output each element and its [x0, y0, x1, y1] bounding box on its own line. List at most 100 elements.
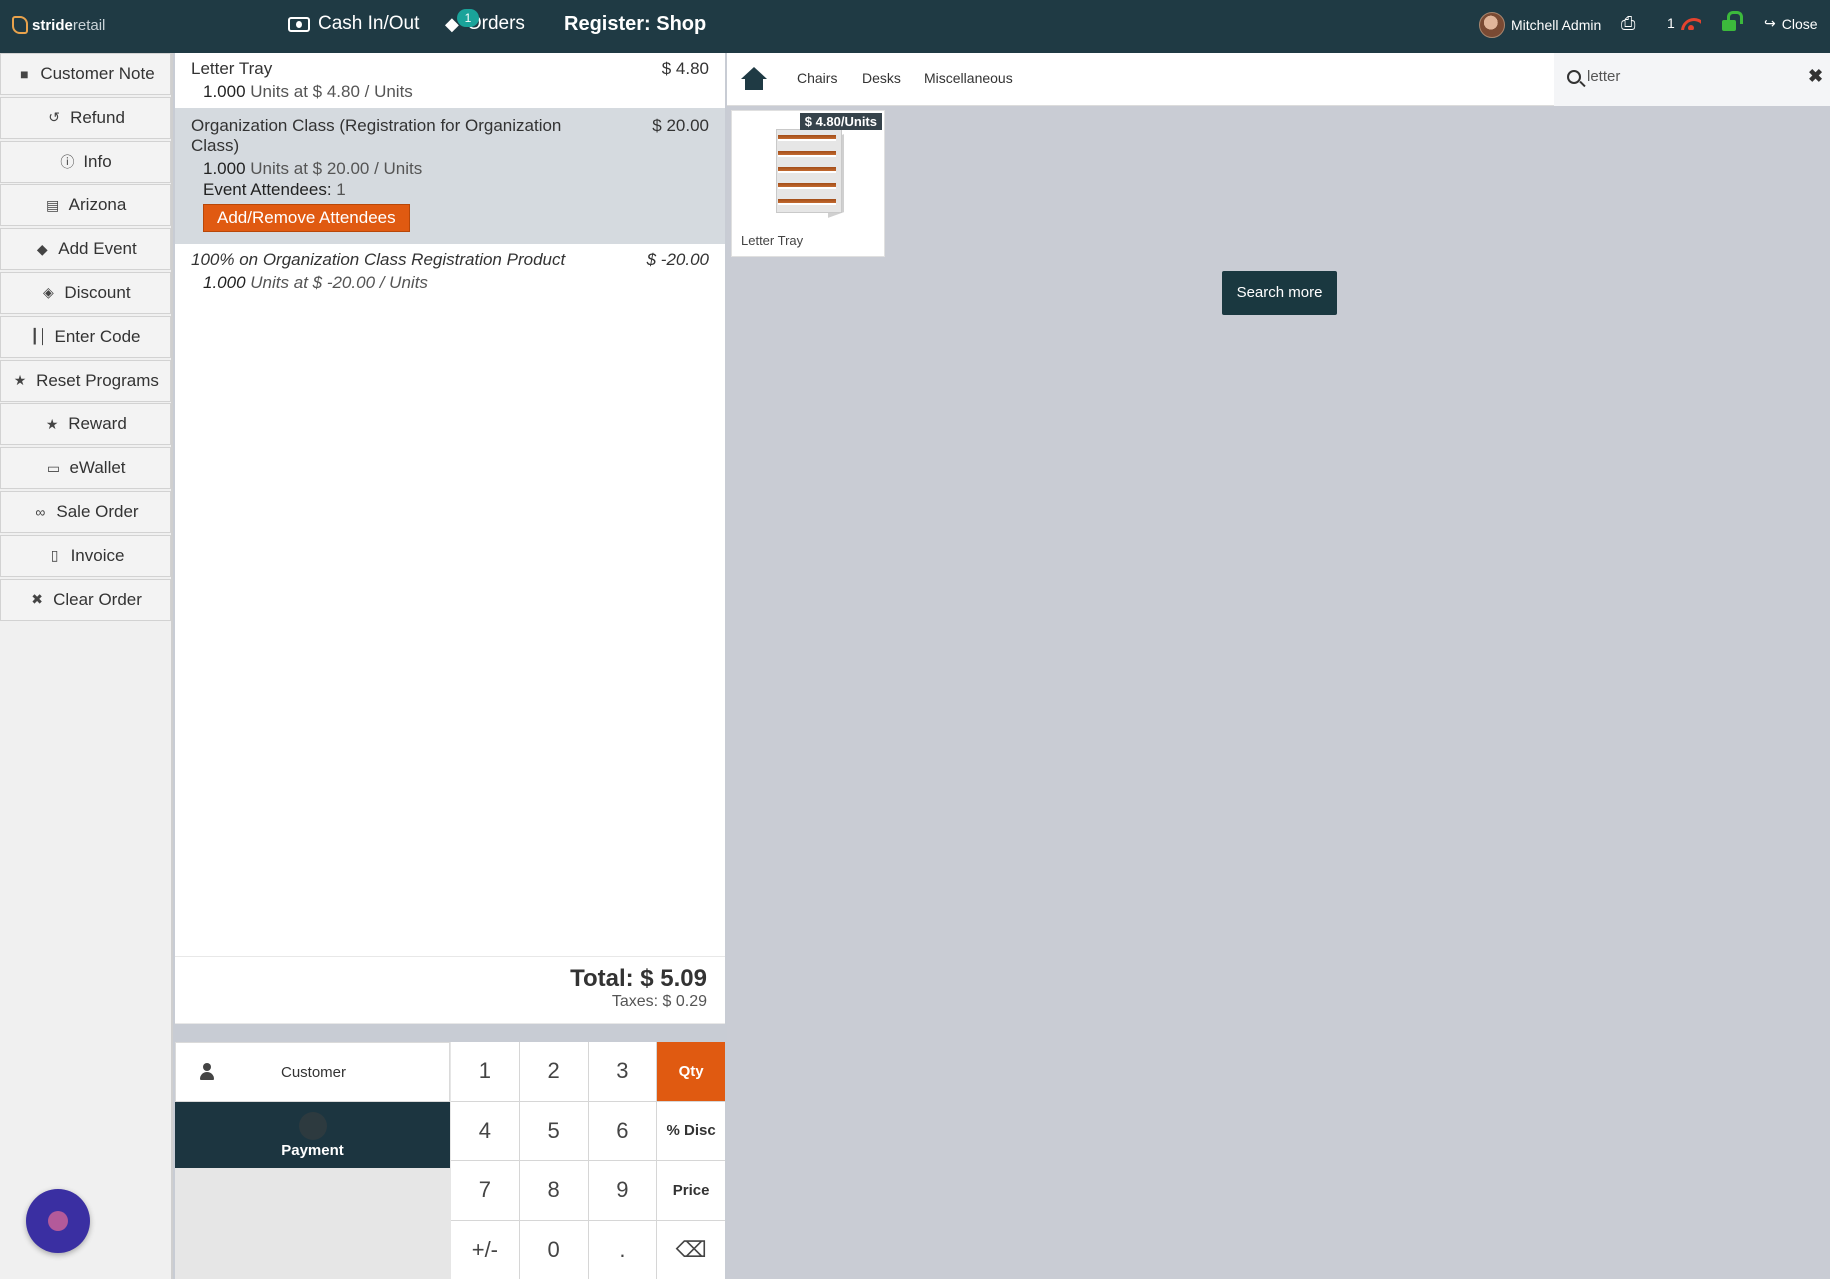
- numpad-key-decimal[interactable]: .: [588, 1220, 657, 1279]
- numpad-key-7[interactable]: 7: [451, 1161, 519, 1220]
- product-card[interactable]: $ 4.80/Units Letter Tray: [731, 110, 885, 257]
- search-input[interactable]: [1587, 68, 1787, 85]
- order-line-qty: 1.000: [203, 82, 246, 101]
- undo-icon: ↺: [48, 109, 60, 126]
- event-attendees: Event Attendees: 1: [191, 179, 709, 200]
- button-label: Discount: [64, 282, 131, 302]
- order-line-qty: 1.000: [203, 159, 246, 178]
- order-line-detail: 1.000 Units at $ 4.80 / Units: [191, 81, 709, 102]
- payment-icon: [298, 1112, 327, 1140]
- payment-button[interactable]: Payment: [175, 1102, 450, 1168]
- qty-mode-button[interactable]: Qty: [657, 1042, 725, 1101]
- discount-mode-button[interactable]: % Disc: [657, 1101, 725, 1160]
- orders-count-badge: 1: [457, 9, 479, 27]
- logo-mark-icon: [12, 16, 28, 34]
- clear-search-icon[interactable]: ✖: [1808, 66, 1823, 87]
- control-buttons-column: ■ Customer Note ↺ Refund ⓘ Info ▤ Arizona ◆ A…: [0, 53, 173, 1279]
- event-attendees-label: Event Attendees:: [203, 180, 332, 199]
- book-icon: ▤: [46, 196, 60, 213]
- discount-button[interactable]: ◈ Discount: [0, 271, 171, 314]
- order-taxes: Taxes: $ 0.29: [611, 993, 707, 1010]
- user-menu[interactable]: Mitchell Admin: [1479, 12, 1601, 38]
- customer-button[interactable]: Customer: [175, 1042, 450, 1102]
- order-line-name: Letter Tray: [191, 59, 273, 78]
- button-label: Invoice: [70, 545, 125, 565]
- invoice-button[interactable]: ▯ Invoice: [0, 534, 171, 577]
- lock-button[interactable]: [1722, 11, 1743, 31]
- cash-in-out-label: Cash In/Out: [318, 13, 420, 34]
- numpad-key-1[interactable]: 1: [451, 1042, 519, 1101]
- logo: stride retail: [12, 16, 105, 34]
- numpad-key-5[interactable]: 5: [519, 1101, 588, 1160]
- ewallet-button[interactable]: ▭ eWallet: [0, 447, 171, 490]
- numpad-key-plus-minus[interactable]: +/-: [451, 1220, 519, 1279]
- info-icon: ⓘ: [60, 153, 75, 170]
- home-icon[interactable]: [741, 67, 767, 91]
- clear-order-button[interactable]: ✖ Clear Order: [0, 578, 171, 621]
- button-label: Reset Programs: [36, 370, 159, 390]
- add-remove-attendees-button[interactable]: Add/Remove Attendees: [203, 204, 410, 232]
- search-box: ✖: [1554, 53, 1830, 106]
- numpad-key-9[interactable]: 9: [588, 1161, 657, 1220]
- category-chairs[interactable]: Chairs: [797, 70, 837, 86]
- close-icon: ✖: [31, 591, 43, 608]
- numpad-key-0[interactable]: 0: [519, 1220, 588, 1279]
- numpad-key-6[interactable]: 6: [588, 1101, 657, 1160]
- reset-programs-button[interactable]: ★ Reset Programs: [0, 359, 171, 402]
- chat-bubble-button[interactable]: [26, 1189, 90, 1253]
- unlock-icon: [1722, 11, 1743, 31]
- order-line[interactable]: Letter Tray $ 4.80 1.000 Units at $ 4.80…: [175, 53, 725, 108]
- shelf: [778, 151, 836, 157]
- card-icon: ▭: [46, 459, 61, 476]
- sign-out-icon: ↪: [1764, 15, 1776, 31]
- order-totals: Total: $ 5.09 Taxes: $ 0.29: [175, 956, 725, 1024]
- star-icon: ★: [45, 415, 59, 432]
- close-label: Close: [1781, 15, 1818, 32]
- enter-code-button[interactable]: ┃│ Enter Code: [0, 315, 171, 358]
- ticket-icon: ◆: [36, 240, 48, 257]
- backspace-icon[interactable]: ⌫: [657, 1220, 725, 1279]
- payment-label: Payment: [281, 1142, 344, 1159]
- arizona-button[interactable]: ▤ Arizona: [0, 184, 171, 227]
- cash-icon: [288, 16, 310, 32]
- category-desks[interactable]: Desks: [862, 70, 901, 86]
- numpad-key-2[interactable]: 2: [519, 1042, 588, 1101]
- shelf: [778, 135, 836, 141]
- connection-status[interactable]: 1: [1667, 15, 1701, 31]
- avatar: [1479, 12, 1505, 38]
- add-event-button[interactable]: ◆ Add Event: [0, 228, 171, 271]
- product-image: [756, 123, 862, 223]
- order-line-detail: 1.000 Units at $ 20.00 / Units: [191, 158, 709, 179]
- order-line-price: $ 20.00: [652, 116, 709, 135]
- event-attendees-count: 1: [336, 180, 346, 199]
- numpad-key-4[interactable]: 4: [451, 1101, 519, 1160]
- refund-button[interactable]: ↺ Refund: [0, 96, 171, 139]
- customer-note-button[interactable]: ■ Customer Note: [0, 53, 171, 95]
- search-more-button[interactable]: Search more: [1222, 271, 1337, 315]
- category-miscellaneous[interactable]: Miscellaneous: [924, 70, 1013, 86]
- link-icon: ∞: [35, 503, 46, 520]
- tag-icon: ◈: [43, 284, 54, 301]
- price-mode-button[interactable]: Price: [657, 1161, 725, 1220]
- button-label: Enter Code: [54, 326, 141, 346]
- info-button[interactable]: ⓘ Info: [0, 140, 171, 183]
- sync-count: 1: [1667, 15, 1675, 31]
- close-button[interactable]: ↪ Close: [1764, 15, 1818, 32]
- reward-button[interactable]: ★ Reward: [0, 403, 171, 446]
- pdf-icon: ▯: [50, 547, 59, 564]
- order-panel: Letter Tray $ 4.80 1.000 Units at $ 4.80…: [175, 53, 725, 956]
- order-line-detail: 1.000 Units at $ -20.00 / Units: [191, 272, 709, 293]
- order-line-unit-detail: Units at $ -20.00 / Units: [250, 273, 428, 292]
- order-line[interactable]: 100% on Organization Class Registration …: [175, 244, 725, 299]
- printer-icon[interactable]: ⎙: [1621, 13, 1635, 34]
- sale-order-button[interactable]: ∞ Sale Order: [0, 490, 171, 533]
- shelf: [778, 183, 836, 189]
- order-line-selected[interactable]: Organization Class (Registration for Org…: [175, 108, 725, 244]
- register-title: Register: Shop: [564, 13, 707, 35]
- numpad-key-3[interactable]: 3: [588, 1042, 657, 1101]
- cash-in-out-button[interactable]: Cash In/Out: [288, 13, 419, 35]
- numpad-key-8[interactable]: 8: [519, 1161, 588, 1220]
- star-icon: ★: [13, 372, 27, 389]
- customer-label: Customer: [281, 1063, 347, 1081]
- button-label: Arizona: [68, 195, 127, 215]
